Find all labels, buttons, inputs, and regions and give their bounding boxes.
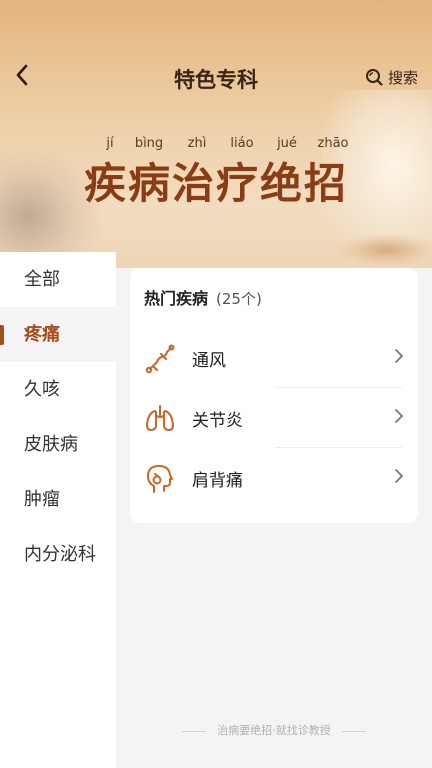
category-sidebar: 全部 疼痛 久咳 皮肤病 肿瘤 内分泌科 [0, 252, 116, 768]
card-header: 热门疾病 (25个) [144, 285, 262, 309]
sidebar-item-all[interactable]: 全部 [0, 252, 116, 307]
pinyin-syllable: zhāo [317, 136, 349, 151]
head-neck-icon [147, 465, 173, 493]
herb-bowl-decoration [342, 235, 432, 265]
sidebar-item-tumor[interactable]: 肿瘤 [0, 472, 116, 527]
hero-banner: 特色专科 搜索 jí bìng zhì liáo jué zhāo 疾病治疗绝招 [0, 0, 432, 268]
search-button[interactable]: 搜索 [365, 66, 418, 88]
disease-row-gout[interactable]: 通风 [130, 328, 418, 388]
sidebar-item-skin[interactable]: 皮肤病 [0, 417, 116, 472]
section-title: 热门疾病 [144, 289, 209, 308]
disease-row-shoulder-back-pain[interactable]: 肩背痛 [130, 448, 418, 508]
search-label: 搜索 [387, 68, 418, 87]
search-icon [365, 69, 383, 86]
footer-slogan: 治病要绝招·就找诊教授 [217, 724, 331, 737]
footer-divider-left [181, 730, 206, 732]
chevron-right-icon [394, 348, 404, 369]
sidebar-item-endocrine[interactable]: 内分泌科 [0, 527, 116, 582]
disease-label: 通风 [192, 351, 226, 371]
chevron-right-icon [394, 468, 404, 489]
disease-label: 肩背痛 [192, 471, 243, 491]
disease-row-arthritis[interactable]: 关节炎 [130, 388, 418, 448]
bone-joint-icon [145, 344, 175, 374]
sidebar-item-pain[interactable]: 疼痛 [0, 307, 116, 362]
banner-title: 疾病治疗绝招 [83, 159, 348, 208]
disease-list-card: 热门疾病 (25个) 通风 关节炎 肩背痛 [130, 268, 418, 523]
footer-divider-right [342, 730, 367, 732]
chevron-right-icon [394, 408, 404, 429]
disease-label: 关节炎 [192, 411, 243, 431]
sidebar-item-cough[interactable]: 久咳 [0, 362, 116, 417]
footer-slogan-bar: 治病要绝招·就找诊教授 [116, 722, 432, 738]
lungs-icon [146, 405, 174, 431]
disease-count: (25个) [216, 290, 262, 308]
